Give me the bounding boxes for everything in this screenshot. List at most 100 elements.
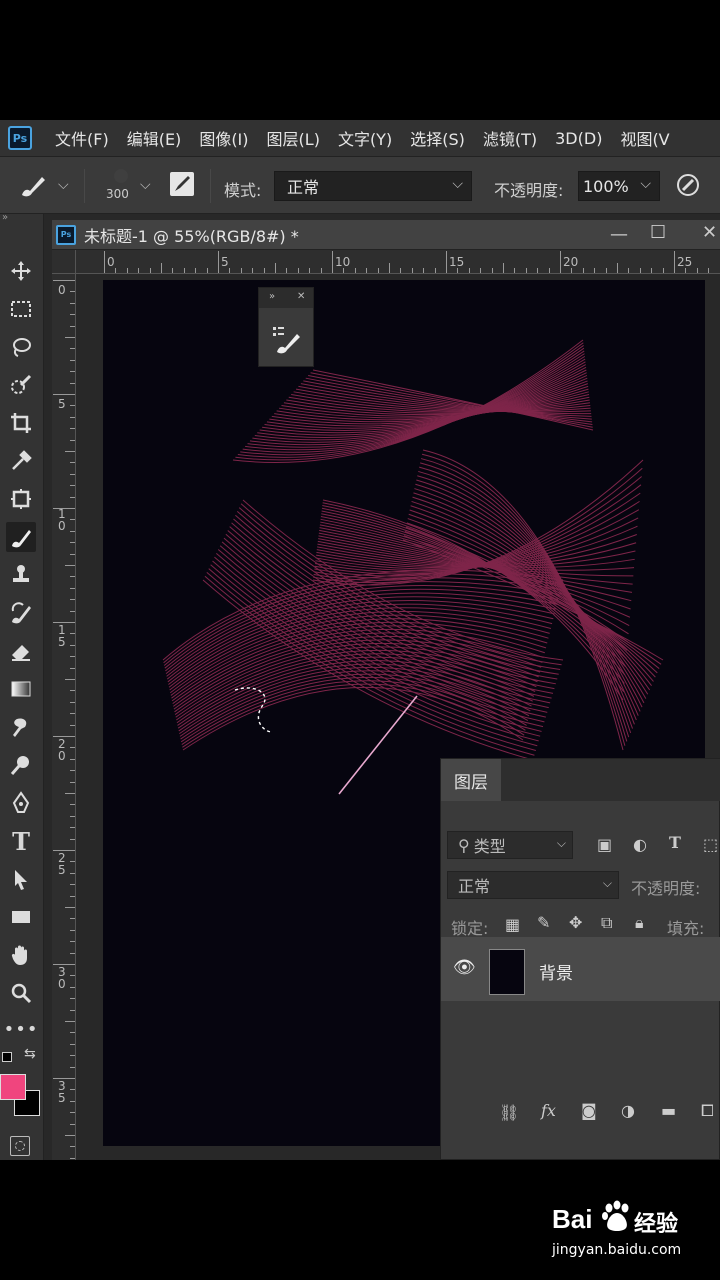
brush-settings-icon[interactable] <box>271 324 303 360</box>
new-group-icon[interactable]: ▬ <box>661 1101 676 1120</box>
marquee-tool-icon[interactable] <box>6 294 36 324</box>
layer-mask-icon[interactable]: ◙ <box>581 1101 597 1120</box>
layer-row-background[interactable]: 👁︎ 背景 <box>441 937 720 1001</box>
stamp-tool-icon[interactable] <box>6 560 36 590</box>
ribbon-strand <box>180 676 527 743</box>
eyedropper-tool-icon[interactable] <box>6 446 36 476</box>
ruler-tick <box>70 690 75 692</box>
menu-image[interactable]: 图像(I) <box>199 126 248 150</box>
menu-layer[interactable]: 图层(L) <box>267 126 320 150</box>
fx-icon[interactable]: fx <box>541 1101 556 1120</box>
more-tools-icon[interactable]: ••• <box>4 1014 38 1044</box>
eye-visibility-icon[interactable]: 👁︎ <box>453 957 476 978</box>
hand-tool-icon[interactable] <box>6 940 36 970</box>
pixel-filter-icon[interactable]: ▣ <box>597 835 612 854</box>
pen-tool-icon[interactable] <box>6 788 36 818</box>
ruler-tick <box>70 713 75 715</box>
search-icon: ⚲ <box>458 835 470 855</box>
eraser-tool-icon[interactable] <box>6 636 36 666</box>
ruler-tick <box>571 268 573 273</box>
blend-mode-select[interactable]: 正常 ⌵ <box>447 871 619 899</box>
default-colors-icon[interactable] <box>2 1052 12 1062</box>
lock-all-icon[interactable]: 🔒︎ <box>635 913 644 933</box>
brush-preset-icon[interactable] <box>18 173 48 203</box>
menu-type[interactable]: 文字(Y) <box>338 126 392 150</box>
brush-size-picker[interactable]: 300 <box>104 167 138 203</box>
dodge-tool-icon[interactable] <box>6 750 36 780</box>
ruler-tick <box>525 268 527 273</box>
menu-file[interactable]: 文件(F) <box>55 126 109 150</box>
rectangle-tool-icon[interactable] <box>6 902 36 932</box>
menu-edit[interactable]: 编辑(E) <box>127 126 182 150</box>
adjustment-layer-icon[interactable]: ◑ <box>621 1101 635 1120</box>
type-tool-icon[interactable]: T <box>6 826 36 856</box>
chevron-down-icon[interactable]: ⌵ <box>58 177 69 193</box>
quick-selection-tool-icon[interactable] <box>6 370 36 400</box>
ruler-tick <box>65 1135 75 1136</box>
new-layer-icon[interactable]: ⧠ <box>701 1101 714 1121</box>
ruler-label: 5 <box>58 397 66 411</box>
menu-3d[interactable]: 3D(D) <box>555 129 602 148</box>
ruler-tick <box>70 838 75 840</box>
lock-image-icon[interactable]: ✎ <box>537 913 550 932</box>
close-icon[interactable]: ✕ <box>297 291 305 302</box>
smudge-tool-icon[interactable] <box>6 712 36 742</box>
crop-tool-icon[interactable] <box>6 408 36 438</box>
shape-filter-icon[interactable]: ⬚ <box>703 835 718 854</box>
chevron-down-icon[interactable]: ⌵ <box>140 177 151 193</box>
ruler-tick <box>685 268 687 273</box>
ruler-tick <box>457 268 459 273</box>
layer-filter-select[interactable]: ⚲ 类型 ⌵ <box>447 831 573 859</box>
ruler-tick <box>70 599 75 601</box>
watermark-brand-cn: 经验 <box>634 1212 679 1237</box>
brush-panel-toggle-icon[interactable] <box>170 172 194 196</box>
watermark-url: jingyan.baidu.com <box>552 1242 682 1258</box>
lasso-tool-icon[interactable] <box>6 332 36 362</box>
adjustment-filter-icon[interactable]: ◐ <box>633 835 647 854</box>
menu-select[interactable]: 选择(S) <box>410 126 465 150</box>
menu-filter[interactable]: 滤镜(T) <box>483 126 537 150</box>
panel-collapse-icon[interactable]: » <box>2 212 8 223</box>
ruler-tick <box>229 268 231 273</box>
lock-artboard-icon[interactable]: ⧉ <box>601 913 612 933</box>
opacity-input[interactable]: 100% ⌵ <box>578 171 660 201</box>
gradient-tool-icon[interactable] <box>6 674 36 704</box>
close-icon[interactable]: ✕ <box>702 222 717 243</box>
ruler-tick <box>480 268 482 273</box>
path-selection-tool-icon[interactable] <box>6 864 36 894</box>
ruler-tick <box>65 451 75 452</box>
ruler-tick <box>104 251 105 273</box>
minimize-icon[interactable]: — <box>610 224 628 245</box>
ruler-tick <box>605 268 607 273</box>
move-tool-icon[interactable] <box>6 256 36 286</box>
link-layers-icon[interactable]: ⛓︎ <box>499 1103 519 1122</box>
frame-tool-icon[interactable] <box>6 484 36 514</box>
lock-position-icon[interactable]: ✥ <box>569 913 582 932</box>
tab-layers[interactable]: 图层 <box>441 759 501 801</box>
menu-view[interactable]: 视图(V <box>620 126 669 150</box>
ruler-tick <box>70 1066 75 1068</box>
brush-tool-icon[interactable] <box>6 522 36 552</box>
foreground-color-swatch[interactable] <box>0 1074 26 1100</box>
ruler-tick <box>70 1100 75 1102</box>
ruler-tick <box>651 268 653 273</box>
maximize-icon[interactable]: ☐ <box>650 222 666 243</box>
ruler-tick <box>389 263 390 273</box>
ruler-label: 2 5 <box>58 851 66 877</box>
ruler-tick <box>70 416 75 418</box>
quick-mask-icon[interactable] <box>10 1136 30 1156</box>
lock-transparent-icon[interactable]: ▦ <box>505 915 520 934</box>
pressure-opacity-icon[interactable] <box>674 171 702 203</box>
tools-panel: » T ••• ⇆ <box>0 212 44 1160</box>
type-filter-icon[interactable]: T <box>669 833 681 852</box>
collapse-icon[interactable]: » <box>269 291 275 302</box>
document-title: 未标题-1 @ 55%(RGB/8#) * <box>84 226 299 246</box>
ruler-label: 3 5 <box>58 1079 66 1105</box>
ruler-tick <box>560 251 561 273</box>
document-tab[interactable]: Ps 未标题-1 @ 55%(RGB/8#) * — ☐ ✕ <box>52 220 720 250</box>
history-brush-tool-icon[interactable] <box>6 598 36 628</box>
mode-select[interactable]: 正常 ⌵ <box>274 171 472 201</box>
swap-colors-icon[interactable]: ⇆ <box>24 1046 36 1062</box>
ruler-tick <box>195 268 197 273</box>
zoom-tool-icon[interactable] <box>6 978 36 1008</box>
